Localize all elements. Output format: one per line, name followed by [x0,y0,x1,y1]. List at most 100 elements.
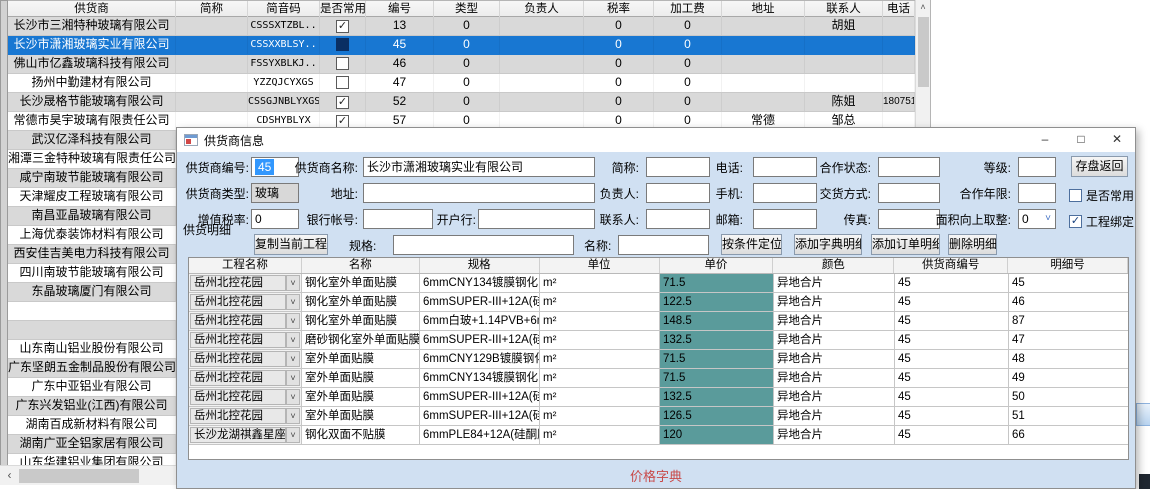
column-header[interactable]: 简音码 [248,1,320,17]
combo-arrow-icon[interactable]: ˅ [286,332,300,348]
detail-cell[interactable]: 钢化双面不贴膜 [302,426,420,445]
copy-current-project-button[interactable]: 复制当前工程 [254,234,328,255]
combo-arrow-icon[interactable]: ˅ [286,370,300,386]
detail-cell[interactable]: m² [540,293,660,312]
detail-cell[interactable]: 48 [1009,350,1129,369]
common-checkbox[interactable] [336,76,349,89]
detail-cell[interactable]: 岳州北控花园˅ [189,293,302,312]
detail-column-header[interactable]: 单价 [660,258,774,273]
detail-cell[interactable]: 异地合片 [774,388,895,407]
detail-cell[interactable]: 岳州北控花园˅ [189,312,302,331]
maximize-button[interactable]: □ [1063,128,1099,152]
detail-cell[interactable]: 岳州北控花园˅ [189,331,302,350]
detail-cell[interactable]: 6mmCNY129B镀膜钢化 [420,350,540,369]
detail-cell[interactable]: 异地合片 [774,274,895,293]
combo-arrow-icon[interactable]: ˅ [286,351,300,367]
project-name-combo[interactable]: 岳州北控花园 [190,408,286,424]
common-use-checkbox[interactable] [1069,189,1082,202]
detail-cell[interactable]: 45 [895,312,1009,331]
detail-cell[interactable]: 71.5 [660,369,774,388]
detail-cell[interactable]: 120 [660,426,774,445]
detail-cell[interactable]: 45 [895,331,1009,350]
common-checkbox[interactable]: ✓ [336,20,349,33]
detail-cell[interactable]: 132.5 [660,331,774,350]
detail-cell[interactable]: m² [540,388,660,407]
detail-cell[interactable]: 室外单面贴膜 [302,388,420,407]
detail-cell[interactable]: 6mmPLE84+12A(硅酮胶... [420,426,540,445]
detail-cell[interactable]: 异地合片 [774,426,895,445]
detail-cell[interactable]: 51 [1009,407,1129,426]
detail-cell[interactable]: 室外单面贴膜 [302,350,420,369]
detail-cell[interactable]: 47 [1009,331,1129,350]
detail-cell[interactable]: 异地合片 [774,407,895,426]
column-header[interactable]: 是否常用 [320,1,366,17]
column-header[interactable]: 编号 [366,1,434,17]
combo-arrow-icon[interactable]: ˅ [286,275,300,291]
add-dictionary-detail-button[interactable]: 添加字典明细 [794,234,862,255]
scroll-left-icon[interactable]: ‹ [1,467,18,485]
detail-cell[interactable]: 6mmSUPER-III+12A(硅... [420,293,540,312]
dialog-titlebar[interactable]: 供货商信息 – □ ✕ [177,128,1135,152]
project-name-combo[interactable]: 岳州北控花园 [190,370,286,386]
project-name-combo[interactable]: 长沙龙湖祺鑫星座 [190,427,286,443]
detail-cell[interactable]: m² [540,331,660,350]
detail-cell[interactable]: 6mmCNY134镀膜钢化 [420,369,540,388]
detail-column-header[interactable]: 明细号 [1008,258,1128,273]
detail-cell[interactable]: 45 [895,407,1009,426]
supplier-row[interactable]: 扬州中勤建材有限公司YZZQJCYXGS47000 [8,74,915,93]
column-header[interactable]: 地址 [722,1,805,17]
supplier-name-field[interactable]: 长沙市潇湘玻璃实业有限公司 [363,157,595,177]
column-header[interactable]: 税率 [584,1,654,17]
detail-cell[interactable]: 45 [895,293,1009,312]
column-header[interactable]: 联系人 [805,1,883,17]
combo-arrow-icon[interactable]: ˅ [286,294,300,310]
detail-cell[interactable]: 钢化室外单面贴膜 [302,312,420,331]
detail-cell[interactable]: 71.5 [660,274,774,293]
detail-cell[interactable]: 岳州北控花园˅ [189,369,302,388]
combo-arrow-icon[interactable]: ˅ [286,389,300,405]
detail-cell[interactable]: 45 [895,388,1009,407]
detail-cell[interactable]: 6mmSUPER-III+12A(硅... [420,388,540,407]
detail-cell[interactable]: 126.5 [660,407,774,426]
area-round-up-select[interactable]: 0 ˅ [1018,209,1056,229]
project-name-combo[interactable]: 岳州北控花园 [190,332,286,348]
save-return-button[interactable]: 存盘返回 [1071,156,1128,177]
detail-cell[interactable]: m² [540,274,660,293]
column-header[interactable]: 负责人 [500,1,584,17]
project-name-combo[interactable]: 岳州北控花园 [190,275,286,291]
common-checkbox[interactable] [336,38,349,51]
detail-cell[interactable]: 6mm白玻+1.14PVB+6mm... [420,312,540,331]
detail-cell[interactable]: m² [540,426,660,445]
common-checkbox[interactable]: ✓ [336,96,349,109]
detail-cell[interactable]: 异地合片 [774,369,895,388]
delete-detail-button[interactable]: 删除明细 [948,234,997,255]
detail-cell[interactable]: 66 [1009,426,1129,445]
project-name-combo[interactable]: 岳州北控花园 [190,313,286,329]
scroll-up-icon[interactable]: ˄ [916,0,930,16]
supplier-row[interactable]: 佛山市亿鑫玻璃科技有限公司FSSYXBLKJ..46000 [8,55,915,74]
supplier-row[interactable]: 长沙市三湘特种玻璃有限公司CSSSXTZBL..✓13000胡姐 [8,17,915,36]
column-header[interactable]: 加工费 [654,1,722,17]
supplier-row[interactable]: 长沙市潇湘玻璃实业有限公司CSSXXBLSY..45000 [8,36,915,55]
name-input[interactable] [618,235,709,255]
locate-by-condition-button[interactable]: 按条件定位 [721,234,782,255]
detail-cell[interactable]: 45 [895,274,1009,293]
project-bind-checkbox[interactable]: ✓ [1069,215,1082,228]
project-name-combo[interactable]: 岳州北控花园 [190,389,286,405]
detail-column-header[interactable]: 名称 [302,258,420,273]
horizontal-scroll-thumb[interactable] [19,469,139,483]
supplier-row[interactable]: 长沙晟格节能玻璃有限公司CSSGJNBLYXGS✓52000陈姐180751 [8,93,915,112]
project-name-combo[interactable]: 岳州北控花园 [190,294,286,310]
detail-cell[interactable]: 132.5 [660,388,774,407]
column-header[interactable]: 电话 [883,1,915,17]
grade-field[interactable] [1018,157,1056,177]
detail-cell[interactable]: m² [540,407,660,426]
combo-arrow-icon[interactable]: ˅ [286,408,300,424]
detail-cell[interactable]: 异地合片 [774,293,895,312]
column-header[interactable]: 简称 [176,1,248,17]
detail-cell[interactable]: 室外单面贴膜 [302,369,420,388]
detail-cell[interactable]: 室外单面贴膜 [302,407,420,426]
spec-input[interactable] [393,235,574,255]
detail-cell[interactable]: 6mmCNY134镀膜钢化 [420,274,540,293]
detail-cell[interactable]: 6mmSUPER-III+12A(硅... [420,407,540,426]
